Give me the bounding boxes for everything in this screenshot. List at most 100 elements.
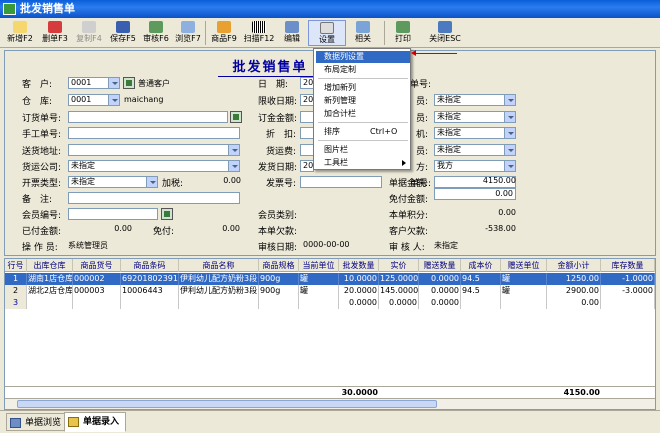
free-amount-field[interactable]: 0.00 (434, 188, 516, 200)
edit-pencil-icon (285, 21, 299, 33)
machine-select[interactable]: 未指定 (434, 127, 516, 139)
table-row[interactable]: 2 湖北2店仓库 000003 10006443 伊利幼儿配方奶粉3段 900g… (5, 285, 655, 297)
invoice-no-field[interactable] (300, 176, 382, 188)
col-header[interactable]: 金额小计 (547, 259, 601, 272)
scrollbar-thumb[interactable] (17, 400, 437, 408)
col-header[interactable]: 批发数量 (339, 259, 379, 272)
menu-item-column-settings[interactable]: 数据列设置 (316, 51, 410, 63)
menu-item-image-bar[interactable]: 图片栏 (316, 144, 410, 156)
chevron-down-icon[interactable] (108, 95, 119, 105)
close-door-icon (438, 21, 452, 33)
chevron-down-icon[interactable] (504, 112, 515, 122)
tab-doc-entry[interactable]: 单据录入 (64, 412, 127, 432)
col-header[interactable]: 行号 (5, 259, 27, 272)
deadline-field[interactable]: 20 (300, 94, 314, 106)
chevron-down-icon[interactable] (108, 78, 119, 88)
table-row[interactable]: 3 0.0000 0.0000 0.0000 0.00 (5, 297, 655, 309)
party-label: 方: (416, 163, 429, 173)
menu-item-toolbar[interactable]: 工具栏 (316, 157, 410, 169)
chevron-down-icon[interactable] (504, 95, 515, 105)
invoice-type-select[interactable]: 未指定 (68, 176, 158, 188)
ship-address-field[interactable] (68, 144, 240, 156)
new-button[interactable]: 新增F2 (2, 20, 38, 46)
product-button[interactable]: 商品F9 (208, 20, 240, 46)
table-row[interactable]: 1 湖南1店仓库 000002 6920180239196 伊利幼儿配方奶粉3段… (5, 273, 655, 285)
free-label: 免付: (153, 227, 175, 237)
close-button[interactable]: 关闭ESC (424, 20, 466, 46)
grid-icon (10, 418, 21, 428)
save-button[interactable]: 保存F5 (106, 20, 140, 46)
staff-a-select[interactable]: 未指定 (434, 94, 516, 106)
chevron-down-icon[interactable] (504, 128, 515, 138)
menu-item-add-totals[interactable]: 加合计栏 (316, 108, 410, 120)
order-picker-icon[interactable] (230, 111, 242, 123)
customer-name: 普通客户 (138, 79, 170, 88)
col-header[interactable]: 出库仓库 (27, 259, 73, 272)
col-header[interactable]: 商品名称 (179, 259, 259, 272)
member-no-field[interactable] (68, 208, 158, 220)
audit-button[interactable]: 审核F6 (140, 20, 172, 46)
chevron-down-icon[interactable] (504, 145, 515, 155)
col-header[interactable]: 商品条码 (121, 259, 179, 272)
order-no-label: 订货单号: (22, 114, 62, 124)
delete-button[interactable]: 删单F3 (38, 20, 72, 46)
member-picker-icon[interactable] (161, 208, 173, 220)
operator-label: 操 作 员: (22, 243, 58, 253)
col-header[interactable]: 赠送数量 (419, 259, 461, 272)
save-disk-icon (116, 21, 130, 33)
points-value: 0.00 (498, 208, 516, 217)
menu-item-sort[interactable]: 排序 Ctrl+O (316, 126, 410, 138)
order-amount-field[interactable] (300, 111, 314, 123)
col-header[interactable]: 商品规格 (259, 259, 299, 272)
customer-picker-icon[interactable] (123, 77, 135, 89)
staff-b-select[interactable]: 未指定 (434, 111, 516, 123)
remark-field[interactable] (68, 192, 240, 204)
manual-no-field[interactable] (68, 127, 240, 139)
ship-date-field[interactable]: 20 (300, 160, 314, 172)
col-header[interactable]: 成本价 (461, 259, 501, 272)
horizontal-scrollbar[interactable] (5, 398, 655, 409)
party-select[interactable]: 我方 (434, 160, 516, 172)
scan-button[interactable]: 扫描F12 (240, 20, 278, 46)
settings-icon (320, 22, 334, 34)
related-button[interactable]: 相关 (346, 20, 380, 46)
print-button[interactable]: 打印 (388, 20, 418, 46)
warehouse-code-field[interactable]: 0001 (68, 94, 120, 106)
pencil-icon (68, 417, 79, 427)
customer-code-field[interactable]: 0001 (68, 77, 120, 89)
sort-shortcut: Ctrl+O (370, 127, 398, 136)
menu-item-add-column[interactable]: 增加新列 (316, 82, 410, 94)
freight-label: 货运费: (266, 147, 297, 157)
settings-button[interactable]: 设置 (308, 20, 346, 46)
chevron-down-icon[interactable] (228, 161, 239, 171)
menu-item-column-manage[interactable]: 新列管理 (316, 95, 410, 107)
staff-d-select[interactable]: 未指定 (434, 144, 516, 156)
order-no-field[interactable] (68, 111, 228, 123)
remark-label: 备 注: (22, 195, 53, 205)
toolbar-separator (384, 21, 385, 45)
browse-button[interactable]: 浏览F7 (172, 20, 204, 46)
copy-button[interactable]: 复制F4 (72, 20, 106, 46)
col-header[interactable]: 实价 (379, 259, 419, 272)
chevron-down-icon[interactable] (228, 145, 239, 155)
freight-field[interactable] (300, 144, 314, 156)
operator-value: 系统管理员 (68, 241, 108, 250)
carrier-select[interactable]: 未指定 (68, 160, 240, 172)
tab-doc-browse[interactable]: 单据浏览 (6, 413, 69, 431)
col-header[interactable]: 商品货号 (73, 259, 121, 272)
discount-field[interactable] (300, 127, 314, 139)
chevron-down-icon[interactable] (504, 161, 515, 171)
member-no-label: 会员编号: (22, 211, 62, 221)
date-field[interactable]: 20 (300, 77, 314, 89)
free-amount-label: 免付金额: (389, 195, 429, 205)
ship-date-label: 发货日期: (258, 163, 298, 173)
edit-button[interactable]: 编辑 (278, 20, 306, 46)
customer-owed-label: 客户欠款: (389, 227, 429, 237)
col-header[interactable]: 当前单位 (299, 259, 339, 272)
toolbar-separator (205, 21, 206, 45)
col-header[interactable]: 库存数量 (601, 259, 655, 272)
chevron-down-icon[interactable] (146, 177, 157, 187)
customer-label: 客 户: (22, 80, 53, 90)
col-header[interactable]: 赠送单位 (501, 259, 547, 272)
menu-item-layout[interactable]: 布局定制 (316, 64, 410, 76)
